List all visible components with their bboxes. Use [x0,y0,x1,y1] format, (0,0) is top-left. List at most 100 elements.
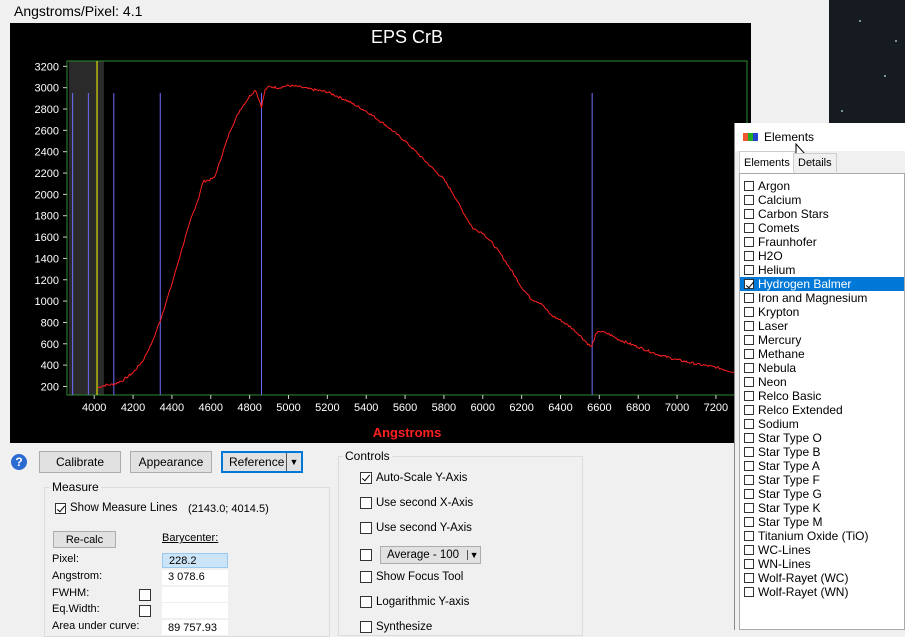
element-checkbox[interactable] [744,587,754,597]
show-measure-lines-checkbox[interactable] [55,502,66,514]
element-list-item[interactable]: Helium [740,263,904,277]
element-list-item[interactable]: Laser [740,319,904,333]
x-tick-label: 6200 [509,402,533,414]
element-list-item[interactable]: Star Type G [740,487,904,501]
element-checkbox[interactable] [744,293,754,303]
element-checkbox[interactable] [744,419,754,429]
element-checkbox[interactable] [744,307,754,317]
control-option[interactable]: Use second Y-Axis [360,521,472,534]
spectrum-chart-svg: EPS CrB 200 400 600 800 1000 1200 1400 1600 1800 2… [35,27,748,440]
element-list-item[interactable]: Mercury [740,333,904,347]
element-checkbox[interactable] [744,251,754,261]
element-list-item[interactable]: Krypton [740,305,904,319]
element-checkbox[interactable] [744,433,754,443]
element-list-item[interactable]: Wolf-Rayet (WN) [740,585,904,599]
element-list-item[interactable]: H2O [740,249,904,263]
tab-details[interactable]: Details [793,153,837,172]
element-list-item[interactable]: Titanium Oxide (TiO) [740,529,904,543]
control-checkbox[interactable] [360,472,372,484]
element-checkbox[interactable] [744,195,754,205]
spectrum-chart[interactable]: EPS CrB 200 400 600 800 1000 1200 1400 1600 1800 2… [10,23,751,443]
element-list-item[interactable]: Star Type A [740,459,904,473]
element-list-item[interactable]: Relco Basic [740,389,904,403]
control-option[interactable]: Show Focus Tool [360,571,463,584]
element-checkbox[interactable] [744,265,754,275]
measure-row-checkbox[interactable] [139,588,151,601]
element-list-item[interactable]: Methane [740,347,904,361]
control-checkbox[interactable] [360,496,372,509]
element-checkbox[interactable] [744,531,754,541]
element-checkbox[interactable] [744,349,754,359]
element-list-item[interactable]: Relco Extended [740,403,904,417]
element-checkbox[interactable] [744,517,754,527]
appearance-button[interactable]: Appearance [130,451,212,473]
show-measure-lines-option[interactable]: Show Measure Lines [55,502,177,514]
element-checkbox[interactable] [744,363,754,373]
element-list-item[interactable]: Star Type K [740,501,904,515]
element-checkbox[interactable] [744,223,754,233]
measure-row-value: 89 757.93 [162,620,228,636]
element-list-item[interactable]: Neon [740,375,904,389]
element-list-item[interactable]: Argon [740,179,904,193]
elements-titlebar[interactable]: Elements [735,123,905,161]
control-option[interactable]: Average - 100 ▼ [360,546,482,565]
element-checkbox[interactable] [744,461,754,471]
element-list-item[interactable]: Wolf-Rayet (WC) [740,571,904,585]
calibrate-button[interactable]: Calibrate [39,451,121,473]
element-checkbox[interactable] [744,321,754,331]
control-checkbox[interactable] [360,571,372,584]
recalc-button[interactable]: Re-calc [53,531,116,548]
elements-window[interactable]: Elements Elements Details Argon Calcium Ca… [734,123,905,630]
control-option[interactable]: Synthesize [360,620,432,633]
element-checkbox[interactable] [744,447,754,457]
control-option[interactable]: Auto-Scale Y-Axis [360,472,467,484]
reference-button[interactable]: Reference ▼ [221,451,303,473]
element-list-item[interactable]: Nebula [740,361,904,375]
control-option[interactable]: Logarithmic Y-axis [360,596,469,608]
element-checkbox[interactable] [744,335,754,345]
chevron-down-icon[interactable]: ▼ [286,453,301,471]
control-checkbox[interactable] [360,596,372,608]
elements-list[interactable]: Argon Calcium Carbon Stars Comets Fraunhofer… [739,173,905,630]
control-checkbox[interactable] [360,521,372,534]
control-checkbox[interactable] [360,549,372,562]
element-checkbox[interactable] [744,545,754,555]
element-checkbox[interactable] [744,377,754,387]
element-checkbox[interactable] [744,475,754,485]
element-checkbox[interactable] [744,209,754,219]
element-list-item[interactable]: Calcium [740,193,904,207]
element-checkbox[interactable] [744,181,754,191]
element-list-item[interactable]: WC-Lines [740,543,904,557]
element-list-item[interactable]: Carbon Stars [740,207,904,221]
element-checkbox[interactable] [744,489,754,499]
element-checkbox[interactable] [744,279,754,289]
element-checkbox[interactable] [744,573,754,583]
element-checkbox[interactable] [744,237,754,247]
help-icon[interactable]: ? [11,454,27,470]
element-checkbox[interactable] [744,405,754,415]
x-tick-label: 5600 [393,402,417,414]
x-tick-label: 4800 [237,402,261,414]
element-list-item[interactable]: Star Type M [740,515,904,529]
control-option[interactable]: Use second X-Axis [360,496,473,509]
element-list-item[interactable]: Star Type F [740,473,904,487]
control-checkbox[interactable] [360,620,372,633]
element-list-item[interactable]: Star Type B [740,445,904,459]
element-checkbox[interactable] [744,503,754,513]
element-list-item[interactable]: Comets [740,221,904,235]
measure-row-value: 228.2 [162,553,228,568]
measure-row-label: Pixel: [52,553,79,565]
elements-tabs: Elements Details [735,151,905,173]
element-list-item[interactable]: WN-Lines [740,557,904,571]
measure-row-label: FWHM: [52,586,90,599]
element-list-item[interactable]: Hydrogen Balmer [740,277,904,291]
element-checkbox[interactable] [744,559,754,569]
tab-elements[interactable]: Elements [739,151,795,173]
element-list-item[interactable]: Fraunhofer [740,235,904,249]
element-checkbox[interactable] [744,391,754,401]
average-dropdown[interactable]: Average - 100 ▼ [380,546,482,565]
element-list-item[interactable]: Star Type O [740,431,904,445]
element-list-item[interactable]: Sodium [740,417,904,431]
measure-row-checkbox[interactable] [139,605,151,618]
element-list-item[interactable]: Iron and Magnesium [740,291,904,305]
